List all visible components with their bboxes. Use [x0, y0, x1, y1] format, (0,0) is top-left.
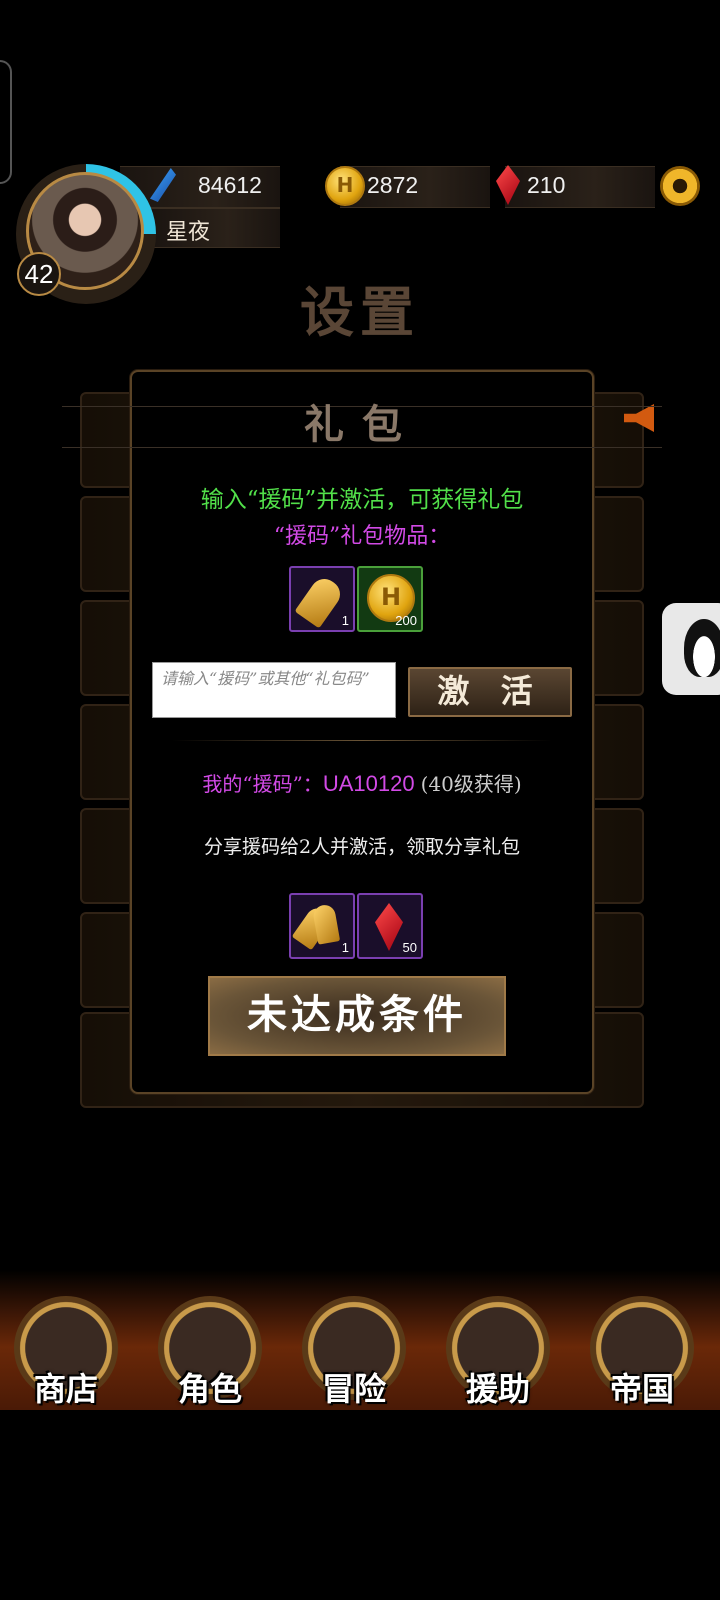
my-code-note: (40级获得): [420, 772, 522, 796]
my-code-label: 我的“援码”：: [202, 772, 323, 796]
share-text: 分享援码给2人并激活，领取分享礼包: [203, 836, 521, 858]
nav-support-label: 援助: [465, 1370, 530, 1408]
my-code-line: 我的“援码”：UA10120 (40级获得): [132, 768, 592, 797]
feather-count: 84612: [198, 172, 262, 198]
divider: [172, 740, 552, 741]
gift-code-input[interactable]: 请输入“援码”或其他“礼包码”: [152, 662, 396, 718]
nav-adventure-label: 冒险: [321, 1370, 386, 1408]
reward-count: 1: [341, 940, 349, 955]
gold-coin-icon: H: [325, 166, 365, 206]
reward-count: 1: [341, 613, 349, 628]
dialog-title: 礼包: [304, 401, 420, 448]
settings-gear-icon[interactable]: [660, 166, 700, 206]
side-edge-tab: [0, 60, 12, 184]
qq-float-button[interactable]: [662, 603, 720, 695]
gem-count: 210: [527, 172, 566, 198]
share-reward-keys[interactable]: 1: [289, 893, 355, 959]
nav-empire-label: 帝国: [609, 1370, 674, 1408]
nav-shop-label: 商店: [33, 1370, 98, 1408]
my-code-value[interactable]: UA10120: [323, 771, 415, 796]
activate-button[interactable]: 激 活: [408, 667, 572, 717]
key-icon: [294, 573, 346, 629]
reward-count: 200: [395, 613, 417, 628]
red-gem-icon: [375, 903, 403, 951]
gold-count: 2872: [367, 172, 419, 198]
share-reward-gem[interactable]: 50: [357, 893, 423, 959]
penguin-icon: [684, 619, 720, 677]
nav-character-label: 角色: [177, 1370, 242, 1408]
condition-unmet-button[interactable]: 未达成条件: [208, 976, 506, 1056]
reward-item-key[interactable]: 1: [289, 566, 355, 632]
reward-heading: “援码”礼包物品：: [273, 524, 451, 549]
instruction-text: 输入“援码”并激活，可获得礼包: [200, 487, 524, 513]
player-name: 星夜: [166, 220, 211, 245]
reward-item-gold[interactable]: H 200: [357, 566, 423, 632]
gift-dialog: 礼包 输入“援码”并激活，可获得礼包 “援码”礼包物品： 1 H 200 请输入…: [62, 370, 662, 1094]
reward-count: 50: [402, 940, 417, 955]
page-title: 设置: [300, 280, 420, 344]
